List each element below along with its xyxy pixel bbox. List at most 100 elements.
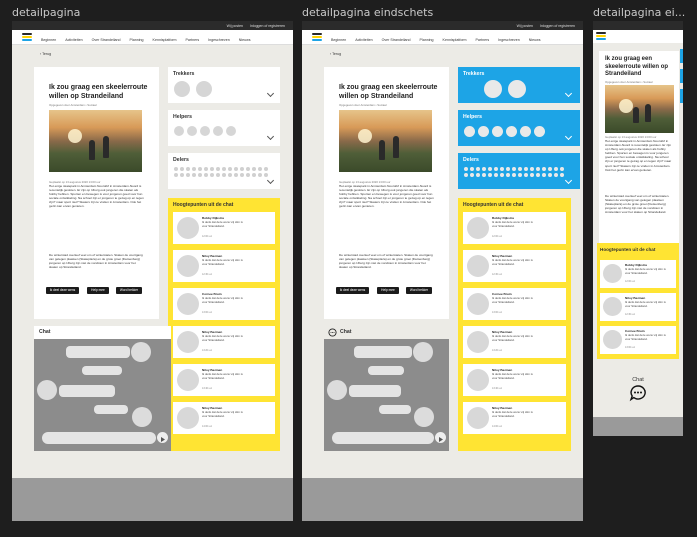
logo-icon[interactable] bbox=[22, 33, 32, 41]
register-link[interactable]: Inloggen of registreren bbox=[250, 24, 285, 28]
highlight-item[interactable]: Niloy Bezmen Ik denk dat deze wens vrij … bbox=[173, 326, 275, 358]
nav-item[interactable]: Activiteiten bbox=[65, 38, 82, 42]
article-body-1: Het enige skatepark in Amsterdam Noord/o… bbox=[339, 184, 434, 209]
chat-launcher[interactable]: Chat bbox=[623, 377, 653, 407]
highlight-item[interactable]: Niloy Bezmen Ik denk dat deze wens vrij … bbox=[463, 250, 566, 282]
helpers-title: Helpers bbox=[173, 114, 193, 120]
chat-bubble bbox=[349, 385, 401, 397]
frame-label-3[interactable]: detailpagina ei... bbox=[593, 6, 685, 19]
frame-label-2[interactable]: detailpagina eindschets bbox=[302, 6, 433, 19]
highlight-item[interactable]: Cornee Bruin Ik denk dat deze wens vrij … bbox=[600, 326, 676, 354]
highlight-time: 13:20 uur bbox=[492, 349, 503, 352]
highlight-text: Ik denk dat deze wens vrij slim is voor … bbox=[492, 296, 533, 304]
chevron-down-icon[interactable] bbox=[564, 132, 573, 141]
avatar bbox=[213, 126, 223, 136]
nav-item[interactable]: Partners bbox=[186, 38, 200, 42]
highlight-item[interactable]: Niloy Bezmen Ik denk dat deze wens vrij … bbox=[463, 364, 566, 396]
back-link[interactable]: ‹ Terug bbox=[40, 52, 51, 56]
side-tab[interactable] bbox=[680, 69, 683, 83]
highlight-item[interactable]: Niloy Bezmen Ik denk dat deze wens vrij … bbox=[173, 364, 275, 396]
nav-item[interactable]: Planning bbox=[130, 38, 144, 42]
login-link[interactable]: Wij posten bbox=[517, 24, 533, 28]
logo-icon[interactable] bbox=[596, 32, 606, 40]
avatar bbox=[508, 80, 526, 98]
logo-icon[interactable] bbox=[312, 33, 322, 41]
highlight-text: Ik denk dat deze wens vrij slim is voor … bbox=[492, 410, 533, 418]
highlight-item[interactable]: Cornee Bruin Ik denk dat deze wens vrij … bbox=[463, 288, 566, 320]
share-wish-button[interactable]: Ik deel deze wens bbox=[336, 287, 369, 294]
back-label: Terug bbox=[332, 52, 342, 56]
highlight-item[interactable]: Niloy Bezmen Ik denk dat deze wens vrij … bbox=[173, 402, 275, 434]
nav-item[interactable]: Nieuws bbox=[239, 38, 251, 42]
highlight-text: Ik denk dat deze wens vrij slim is voor … bbox=[202, 220, 243, 228]
topbar bbox=[593, 21, 683, 30]
main-nav: Beginnen Activiteiten Over Strandeiland Pla… bbox=[41, 28, 260, 46]
avatar bbox=[467, 293, 489, 315]
highlight-time: 13:40 uur bbox=[202, 387, 213, 390]
chevron-down-icon[interactable] bbox=[564, 89, 573, 98]
help-button[interactable]: Help mee bbox=[87, 287, 109, 294]
highlight-item[interactable]: Niloy Bezmen Ik denk dat deze wens vrij … bbox=[463, 326, 566, 358]
chat-title: Chat bbox=[39, 329, 51, 335]
highlight-item[interactable]: Niloy Bezmen Ik denk dat deze wens vrij … bbox=[173, 250, 275, 282]
nav-item[interactable]: Partners bbox=[476, 38, 490, 42]
highlight-item[interactable]: Bobby Dijkstra Ik denk dat deze wens vri… bbox=[173, 212, 275, 244]
send-button[interactable] bbox=[435, 432, 446, 443]
frame-detailpagina-mobile: Ik zou graag een skeelerroute willen op … bbox=[593, 21, 683, 436]
nav-item[interactable]: Nieuws bbox=[529, 38, 541, 42]
highlight-item[interactable]: Bobby Dijkstra Ik denk dat deze wens vri… bbox=[600, 260, 676, 288]
share-wish-button[interactable]: Ik deel deze wens bbox=[46, 287, 79, 294]
nav-item[interactable]: Kennisplatform bbox=[443, 38, 467, 42]
nav-item[interactable]: Ingeschreven bbox=[208, 38, 230, 42]
become-trekker-button[interactable]: Word trekker bbox=[116, 287, 142, 294]
highlight-item[interactable]: Cornee Bruin Ik denk dat deze wens vrij … bbox=[173, 288, 275, 320]
highlight-item[interactable]: Niloy Bezmen Ik denk dat deze wens vrij … bbox=[463, 402, 566, 434]
avatar bbox=[467, 331, 489, 353]
nav-item[interactable]: Activiteiten bbox=[355, 38, 372, 42]
nav-item[interactable]: Planning bbox=[420, 38, 434, 42]
chevron-down-icon[interactable] bbox=[266, 176, 275, 185]
highlight-time: 12:30 uur bbox=[625, 313, 636, 316]
trekkers-card[interactable]: Trekkers bbox=[458, 67, 580, 103]
send-button[interactable] bbox=[157, 432, 168, 443]
nav-item[interactable]: Beginnen bbox=[331, 38, 346, 42]
helpers-card[interactable]: Helpers bbox=[168, 110, 280, 146]
chat-input[interactable] bbox=[42, 432, 156, 444]
back-link[interactable]: ‹ Terug bbox=[330, 52, 341, 56]
become-trekker-button[interactable]: Word trekker bbox=[406, 287, 432, 294]
article-body-1: Het enige skatepark in Amsterdam Noord/o… bbox=[605, 139, 672, 172]
delers-card[interactable]: Delers bbox=[458, 153, 580, 189]
highlight-item[interactable]: Bobby Dijkstra Ik denk dat deze wens vri… bbox=[463, 212, 566, 244]
delers-card[interactable]: Delers bbox=[168, 153, 280, 189]
footer bbox=[12, 478, 293, 521]
nav-item[interactable]: Beginnen bbox=[41, 38, 56, 42]
highlight-item[interactable]: Niloy Bezmen Ik denk dat deze wens vrij … bbox=[600, 293, 676, 321]
navbar: Beginnen Activiteiten Over Strandeiland Pla… bbox=[302, 30, 583, 45]
highlight-text: Ik denk dat deze wens vrij slim is voor … bbox=[625, 267, 666, 275]
trekkers-card[interactable]: Trekkers bbox=[168, 67, 280, 103]
side-tab[interactable] bbox=[680, 89, 683, 103]
article-card: Ik zou graag een skeelerroute willen op … bbox=[599, 51, 679, 261]
chat-input[interactable] bbox=[332, 432, 434, 444]
highlights-title: Hoogtepunten uit de chat bbox=[463, 202, 524, 208]
frame-label-1[interactable]: detailpagina bbox=[12, 6, 80, 19]
chevron-down-icon[interactable] bbox=[266, 132, 275, 141]
side-tab[interactable] bbox=[680, 49, 683, 63]
nav-item[interactable]: Over Strandeiland bbox=[382, 38, 411, 42]
highlight-time: 13:20 uur bbox=[202, 349, 213, 352]
nav-item[interactable]: Over Strandeiland bbox=[92, 38, 121, 42]
highlight-time: 12:00 uur bbox=[202, 235, 213, 238]
nav-item[interactable]: Ingeschreven bbox=[498, 38, 520, 42]
nav-item[interactable]: Kennisplatform bbox=[153, 38, 177, 42]
highlight-text: Ik denk dat deze wens vrij slim is voor … bbox=[625, 300, 666, 308]
highlight-text: Ik denk dat deze wens vrij slim is voor … bbox=[202, 334, 243, 342]
avatar bbox=[603, 330, 622, 349]
chevron-down-icon[interactable] bbox=[266, 89, 275, 98]
help-button[interactable]: Help mee bbox=[377, 287, 399, 294]
register-link[interactable]: Inloggen of registreren bbox=[540, 24, 575, 28]
helpers-card[interactable]: Helpers bbox=[458, 110, 580, 146]
login-link[interactable]: Wij posten bbox=[227, 24, 243, 28]
chevron-down-icon[interactable] bbox=[564, 176, 573, 185]
avatar bbox=[174, 126, 184, 136]
avatar bbox=[467, 369, 489, 391]
